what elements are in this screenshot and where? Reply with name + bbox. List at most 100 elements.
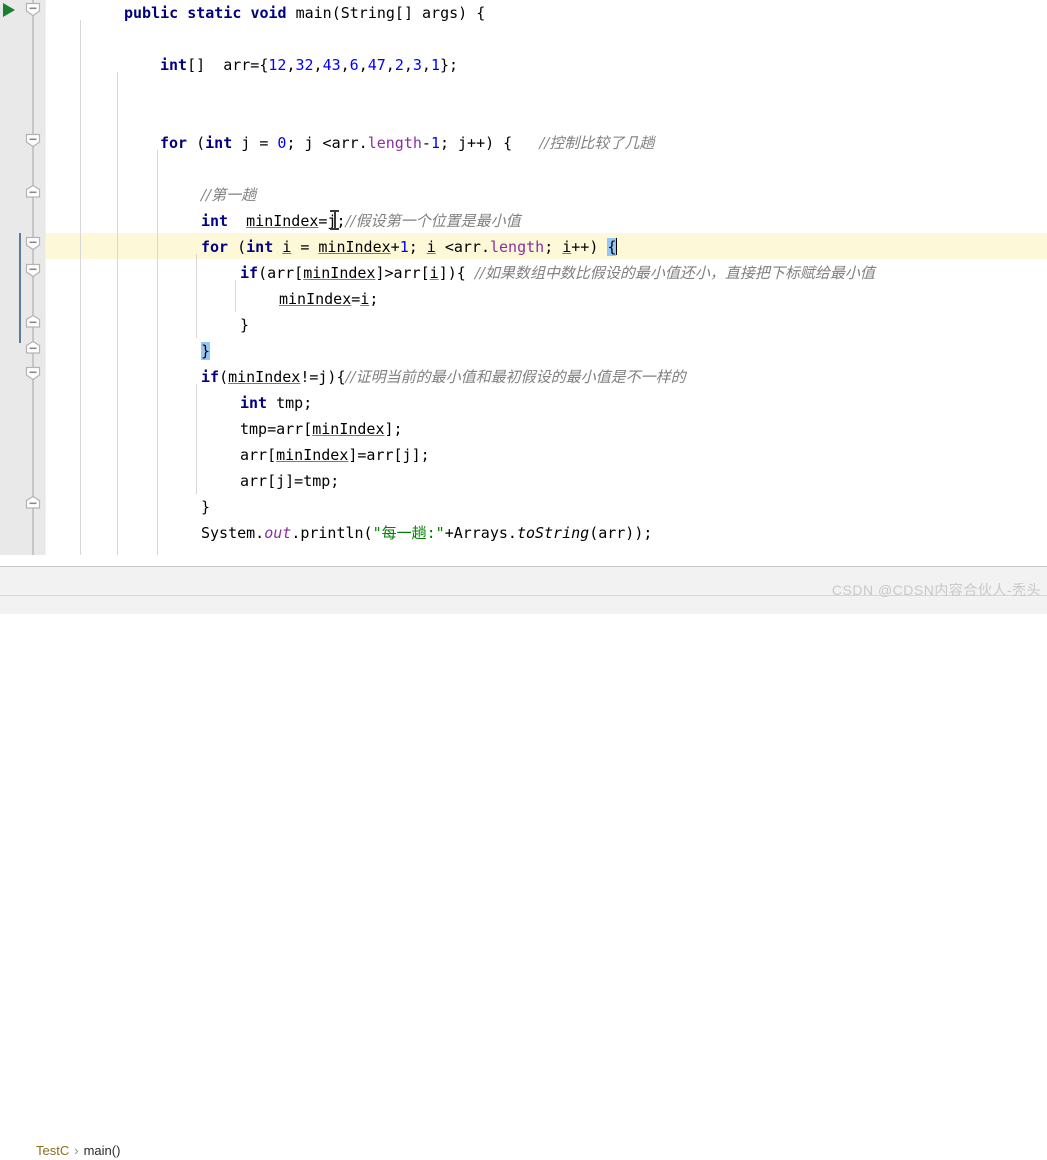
code-token: ]; [384,420,403,438]
code-token: static [187,4,242,22]
code-token: minIndex [276,446,349,464]
code-token: , [313,56,323,74]
code-line[interactable]: int[] arr={12,32,43,6,47,2,3,1}; [46,52,458,78]
code-line[interactable]: tmp=arr[minIndex]; [46,416,403,442]
code-token: //假设第一个位置是最小值 [345,212,521,230]
code-token: out [264,524,292,542]
code-editor-area[interactable]: public static void main(String[] args) {… [46,0,1047,568]
code-token: (arr[ [258,264,304,282]
code-token: = [351,290,361,308]
breadcrumb-separator: › [74,1143,79,1158]
code-token: j = [232,134,278,152]
code-line[interactable]: for (int i = minIndex+1; i <arr.length; … [46,234,618,260]
code-token: = [291,238,319,256]
code-token: void [250,4,287,22]
fold-toggle-icon[interactable] [25,263,41,278]
code-token: } [240,316,250,334]
code-block-indicator [19,233,21,343]
code-token: ++) [571,238,608,256]
fold-toggle-icon[interactable] [25,366,41,381]
code-token: i [360,290,370,308]
fold-toggle-icon[interactable] [25,495,41,510]
code-token: i [429,264,439,282]
breadcrumb-class[interactable]: TestC [36,1143,69,1158]
fold-toggle-icon[interactable] [25,133,41,148]
code-token: !=j){ [300,368,346,386]
code-token: ]=arr[j]; [348,446,430,464]
code-token: toString [516,524,590,542]
code-line[interactable]: public static void main(String[] args) { [46,0,485,26]
fold-toggle-icon[interactable] [25,2,41,17]
code-token: ( [187,134,206,152]
code-token: (arr)); [589,524,653,542]
code-line[interactable]: if(minIndex!=j){//证明当前的最小值和最初假设的最小值是不一样的 [46,364,686,390]
code-line[interactable]: for (int j = 0; j <arr.length-1; j++) { … [46,130,654,156]
code-token: //第一趟 [201,186,257,204]
code-line[interactable]: int minIndex=j;//假设第一个位置是最小值 [46,208,521,234]
code-token: 2 [394,56,404,74]
code-line[interactable]: minIndex=i; [46,286,378,312]
code-token: , [340,56,350,74]
fold-toggle-icon[interactable] [25,314,41,329]
code-token: arr[j]=tmp; [240,472,340,490]
breadcrumb[interactable]: TestC › main() [36,1142,120,1160]
code-token: } [201,342,211,360]
run-arrow-icon[interactable] [3,3,15,17]
fold-region-spine [32,0,34,568]
code-token: =j; [318,212,346,230]
code-token: - [421,134,431,152]
code-token: ; j <arr. [286,134,368,152]
code-token: , [403,56,413,74]
code-token: "每一趟:" [372,524,445,542]
code-token: minIndex [279,290,352,308]
code-token: [] arr={ [187,56,269,74]
code-line[interactable]: arr[minIndex]=arr[j]; [46,442,430,468]
fold-toggle-icon[interactable] [25,236,41,251]
code-token: tmp=arr[ [240,420,313,438]
text-caret [616,238,618,255]
code-token: 32 [295,56,314,74]
code-line[interactable]: } [46,312,249,338]
code-token: ]>arr[ [375,264,430,282]
watermark-text: CSDN @CDSN内容合伙人-秃头 [831,582,1041,598]
code-line[interactable]: } [46,338,211,364]
code-line[interactable]: System.out.println("每一趟:"+Arrays.toStrin… [46,520,652,546]
code-token: ; [408,238,427,256]
status-stub-1 [0,555,47,566]
code-token: //证明当前的最小值和最初假设的最小值是不一样的 [345,368,686,386]
code-token: //如果数组中数比假设的最小值还小，直接把下标赋给最小值 [474,264,875,282]
code-token: ]){ [438,264,475,282]
code-token: ; j++) { [439,134,540,152]
code-token: 12 [268,56,287,74]
code-token: if [240,264,259,282]
code-token: 1 [430,56,440,74]
code-token: length [490,238,545,256]
code-token: }; [439,56,459,74]
code-token: ( [219,368,229,386]
code-token: , [358,56,368,74]
code-token: +Arrays. [444,524,517,542]
code-token: <arr. [435,238,490,256]
code-token: minIndex [303,264,376,282]
code-line[interactable]: int tmp; [46,390,312,416]
code-line[interactable]: //第一趟 [46,182,256,208]
breadcrumb-method[interactable]: main() [84,1143,121,1158]
code-token: minIndex [312,420,385,438]
code-line[interactable]: arr[j]=tmp; [46,468,339,494]
code-line[interactable]: } [46,494,210,520]
code-token: System. [201,524,265,542]
fold-toggle-icon[interactable] [25,340,41,355]
code-token: ; [369,290,379,308]
code-token: //控制比较了几趟 [539,134,655,152]
code-token: for [201,238,229,256]
code-token: i [562,238,572,256]
code-token: .println( [291,524,373,542]
code-line[interactable]: if(arr[minIndex]>arr[i]){ //如果数组中数比假设的最小… [46,260,875,286]
fold-toggle-icon[interactable] [25,184,41,199]
code-token: + [390,238,400,256]
code-token: i [426,238,436,256]
editor-gutter[interactable] [0,0,46,568]
ide-editor-window: public static void main(String[] args) {… [0,0,1047,1158]
